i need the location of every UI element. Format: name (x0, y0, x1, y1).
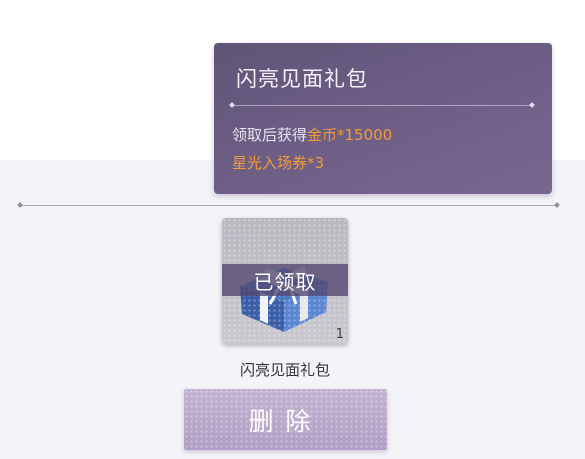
reward-coins: 金币*15000 (307, 126, 393, 144)
claimed-overlay: 已领取 (222, 264, 348, 296)
tooltip-divider (232, 105, 532, 106)
delete-button-label: 删除 (248, 406, 323, 436)
tooltip-title: 闪亮见面礼包 (236, 67, 368, 91)
gift-item-card[interactable]: 已领取 1 (222, 218, 348, 344)
tooltip-desc-prefix: 领取后获得 (232, 126, 308, 144)
item-count: 1 (335, 327, 344, 342)
tooltip-description: 领取后获得金币*15000 星光入场券*3 (232, 121, 542, 177)
item-name: 闪亮见面礼包 (239, 361, 330, 379)
item-tooltip: 闪亮见面礼包 领取后获得金币*15000 星光入场券*3 (214, 43, 552, 194)
claimed-status-label: 已领取 (253, 269, 317, 294)
reward-tickets: 星光入场券*3 (232, 154, 325, 172)
section-divider (20, 205, 557, 206)
delete-button[interactable]: 删除 (184, 389, 387, 450)
